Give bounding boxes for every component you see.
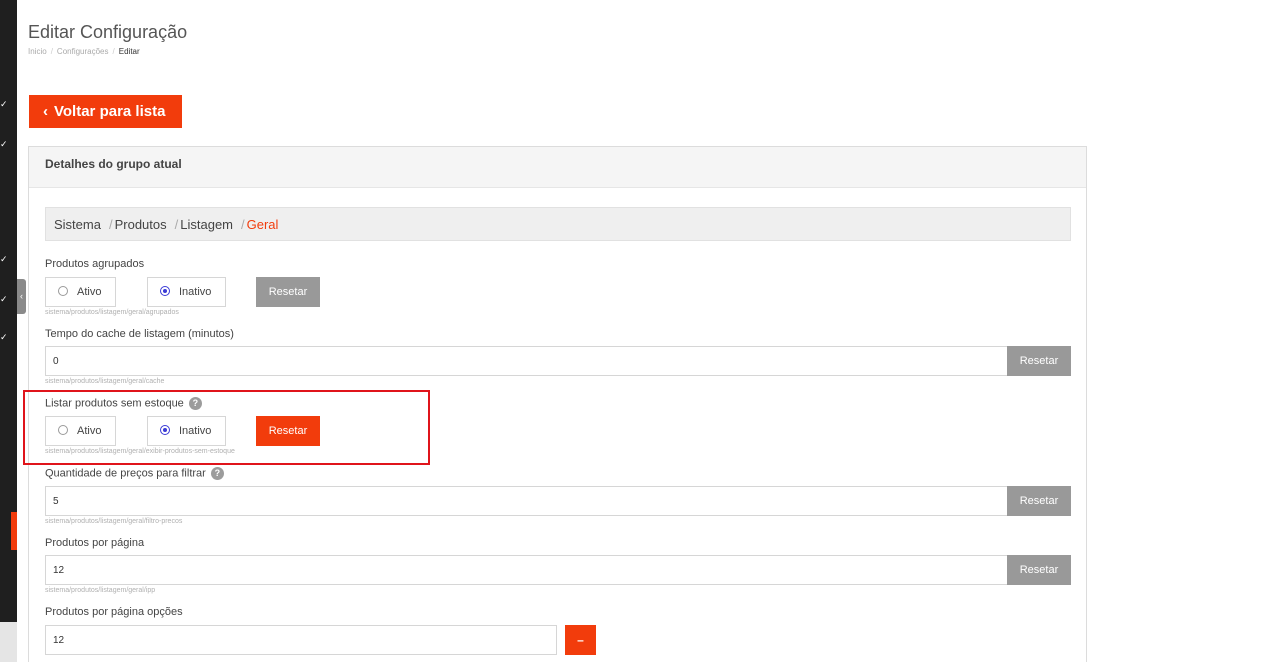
sidebar-chevron-icon[interactable]: ✓ — [0, 140, 8, 149]
sidebar-chevron-icon[interactable]: ✓ — [0, 295, 8, 304]
cache-config-path: sistema/produtos/listagem/geral/cache — [45, 378, 165, 385]
agrupados-radio-inativo[interactable]: Inativo — [147, 277, 226, 307]
group-path-item[interactable]: Sistema — [54, 217, 101, 232]
radio-label: Inativo — [179, 286, 212, 298]
remove-option-button[interactable]: – — [565, 625, 596, 655]
chevron-left-icon: ‹ — [43, 103, 48, 120]
breadcrumb: Inicio / Configurações / Editar — [28, 47, 140, 56]
panel-title: Detalhes do grupo atual — [29, 147, 1086, 188]
agrupados-radio-ativo[interactable]: Ativo — [45, 277, 116, 307]
ipp-input[interactable] — [45, 555, 1008, 585]
cache-input[interactable] — [45, 346, 1008, 376]
filtro-precos-label-text: Quantidade de preços para filtrar — [45, 467, 206, 480]
sidebar: ✓ ✓ ✓ ✓ ✓ — [0, 0, 17, 662]
sidebar-collapse-toggle[interactable]: ‹ — [17, 279, 26, 314]
sidebar-footer — [0, 622, 17, 662]
cache-reset-button[interactable]: Resetar — [1007, 346, 1071, 376]
breadcrumb-configuracoes[interactable]: Configurações — [57, 47, 109, 56]
radio-checked-icon — [160, 286, 170, 296]
group-path-item[interactable]: Listagem — [180, 217, 233, 232]
ipp-label: Produtos por página — [45, 537, 145, 549]
chevron-left-icon: ‹ — [20, 291, 23, 301]
radio-label: Ativo — [77, 286, 102, 298]
filtro-precos-reset-button[interactable]: Resetar — [1007, 486, 1071, 516]
cache-label: Tempo do cache de listagem (minutos) — [45, 328, 234, 340]
filtro-precos-label: Quantidade de preços para filtrar? — [45, 467, 224, 480]
filtro-precos-config-path: sistema/produtos/listagem/geral/filtro-p… — [45, 518, 183, 525]
ipp-config-path: sistema/produtos/listagem/geral/ipp — [45, 587, 156, 594]
breadcrumb-home[interactable]: Inicio — [28, 47, 47, 56]
group-path-item[interactable]: Produtos — [115, 217, 167, 232]
ipp-opcoes-input[interactable] — [45, 625, 557, 655]
ipp-opcoes-label: Produtos por página opções — [45, 606, 183, 618]
sidebar-chevron-icon[interactable]: ✓ — [0, 255, 8, 264]
back-to-list-button[interactable]: ‹ Voltar para lista — [29, 95, 182, 128]
ipp-reset-button[interactable]: Resetar — [1007, 555, 1071, 585]
sidebar-chevron-icon[interactable]: ✓ — [0, 333, 8, 342]
page-title: Editar Configuração — [28, 22, 188, 42]
group-path: Sistema / Produtos / Listagem / Geral — [45, 207, 1071, 241]
back-to-list-label: Voltar para lista — [54, 103, 166, 120]
agrupados-config-path: sistema/produtos/listagem/geral/agrupado… — [45, 309, 179, 316]
highlight-box — [23, 390, 430, 465]
filtro-precos-input[interactable] — [45, 486, 1008, 516]
agrupados-label: Produtos agrupados — [45, 258, 145, 270]
sidebar-chevron-icon[interactable]: ✓ — [0, 100, 8, 109]
agrupados-reset-button[interactable]: Resetar — [256, 277, 320, 307]
group-path-current: Geral — [246, 217, 279, 232]
breadcrumb-current: Editar — [118, 47, 140, 56]
radio-unchecked-icon — [58, 286, 68, 296]
sidebar-active-indicator — [11, 512, 17, 550]
help-icon[interactable]: ? — [210, 467, 224, 480]
